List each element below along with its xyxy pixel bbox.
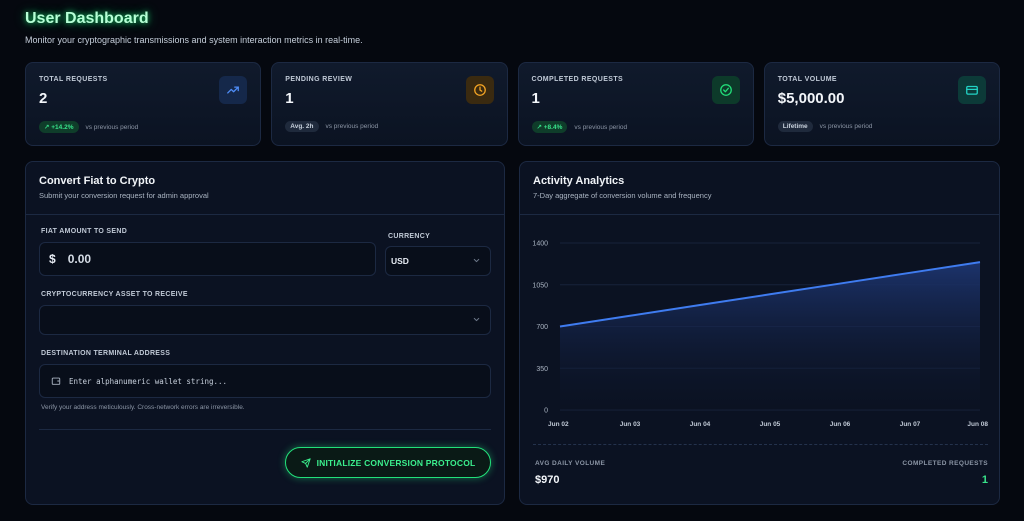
fiat-amount-label: FIAT AMOUNT TO SEND: [41, 228, 128, 235]
currency-value: USD: [391, 256, 409, 266]
initialize-conversion-label: INITIALIZE CONVERSION PROTOCOL: [316, 457, 476, 468]
x-tick-label: Jun 07: [900, 421, 921, 428]
analytics-subtitle: 7-Day aggregate of conversion volume and…: [533, 191, 712, 200]
wallet-address-placeholder[interactable]: Enter alphanumeric wallet string...: [69, 377, 227, 386]
avg-daily-volume-value: $970: [535, 474, 560, 486]
currency-label: CURRENCY: [388, 233, 431, 240]
stat-card-completed-requests: COMPLETED REQUESTS 1 ↗ +8.4% vs previous…: [517, 62, 754, 146]
stat-label: TOTAL VOLUME: [777, 76, 837, 83]
trend-badge: ↗ +8.4%: [531, 121, 568, 133]
chevron-down-icon: [472, 252, 481, 270]
address-hint: Verify your address meticulously. Cross-…: [41, 404, 245, 411]
completed-requests-label: COMPLETED REQUESTS: [902, 460, 988, 467]
analytics-title: Activity Analytics: [533, 175, 625, 187]
currency-select[interactable]: USD: [385, 246, 491, 276]
trend-badge: ↗ +14.2%: [39, 121, 79, 133]
form-divider: [39, 429, 491, 430]
stats-row: TOTAL REQUESTS 2 ↗ +14.2% vs previous pe…: [25, 62, 1000, 146]
chart-divider: [533, 444, 988, 445]
stat-label: COMPLETED REQUESTS: [531, 76, 624, 83]
stat-footnote: vs previous period: [325, 123, 379, 130]
stat-footnote: vs previous period: [574, 123, 628, 131]
convert-title: Convert Fiat to Crypto: [39, 175, 156, 187]
stat-value: $5,000.00: [777, 90, 845, 107]
stat-value: 1: [285, 90, 294, 107]
stat-footnote: vs previous period: [819, 123, 873, 130]
activity-chart-svg: 0 350 700 1050 1400 Jun 02 Jun 03 Jun 04 Jun 05 J…: [532, 241, 988, 429]
check-circle-icon: [711, 76, 740, 104]
x-tick-label: Jun 04: [690, 421, 711, 428]
x-tick-label: Jun 02: [548, 421, 569, 428]
y-tick-label: 1050: [532, 282, 548, 289]
stat-label: PENDING REVIEW: [285, 76, 353, 83]
x-tick-label: Jun 08: [967, 421, 988, 428]
avg-daily-volume-label: AVG DAILY VOLUME: [535, 460, 606, 467]
completed-requests-value: 1: [981, 474, 988, 486]
convert-subtitle: Submit your conversion request for admin…: [39, 191, 209, 200]
wallet-icon: [51, 376, 61, 386]
stat-card-total-requests: TOTAL REQUESTS 2 ↗ +14.2% vs previous pe…: [25, 62, 262, 146]
stat-card-pending-review: PENDING REVIEW 1 Avg. 2h vs previous per…: [271, 62, 508, 146]
fiat-amount-value[interactable]: 0.00: [68, 252, 91, 266]
fiat-amount-field[interactable]: $ 0.00: [39, 242, 376, 276]
y-tick-label: 700: [536, 324, 548, 331]
convert-panel: Convert Fiat to Crypto Submit your conve…: [25, 161, 505, 505]
x-tick-label: Jun 06: [830, 421, 851, 428]
clock-icon: [465, 76, 494, 104]
analytics-panel: Activity Analytics 7-Day aggregate of co…: [519, 161, 1000, 505]
wallet-address-field[interactable]: Enter alphanumeric wallet string...: [39, 364, 491, 398]
trending-up-icon: [219, 76, 248, 104]
initialize-conversion-button[interactable]: INITIALIZE CONVERSION PROTOCOL: [285, 447, 491, 478]
page-subtitle: Monitor your cryptographic transmissions…: [25, 35, 363, 45]
avg-badge: Avg. 2h: [285, 121, 319, 132]
address-label: DESTINATION TERMINAL ADDRESS: [41, 350, 171, 357]
dollar-icon: $: [49, 252, 56, 266]
stat-value: 2: [39, 90, 48, 107]
y-tick-label: 0: [544, 408, 548, 415]
stat-footnote: vs previous period: [85, 123, 139, 131]
stat-label: TOTAL REQUESTS: [39, 76, 108, 83]
chevron-down-icon: [472, 311, 481, 329]
stat-card-total-volume: TOTAL VOLUME $5,000.00 Lifetime vs previ…: [763, 62, 1000, 146]
x-tick-label: Jun 05: [760, 421, 781, 428]
page-header: User Dashboard Monitor your cryptographi…: [25, 10, 363, 45]
asset-select[interactable]: [39, 305, 491, 335]
asset-label: CRYPTOCURRENCY ASSET TO RECEIVE: [41, 291, 188, 298]
x-tick-label: Jun 03: [620, 421, 641, 428]
y-tick-label: 1400: [532, 241, 548, 248]
activity-chart: 0 350 700 1050 1400 Jun 02 Jun 03 Jun 04 Jun 05 J…: [520, 215, 1001, 435]
credit-card-icon: [958, 76, 986, 104]
lifetime-badge: Lifetime: [777, 121, 813, 132]
y-tick-label: 350: [536, 366, 548, 373]
send-icon: [300, 457, 311, 468]
page-title: User Dashboard: [25, 10, 149, 27]
stat-value: 1: [531, 90, 540, 107]
